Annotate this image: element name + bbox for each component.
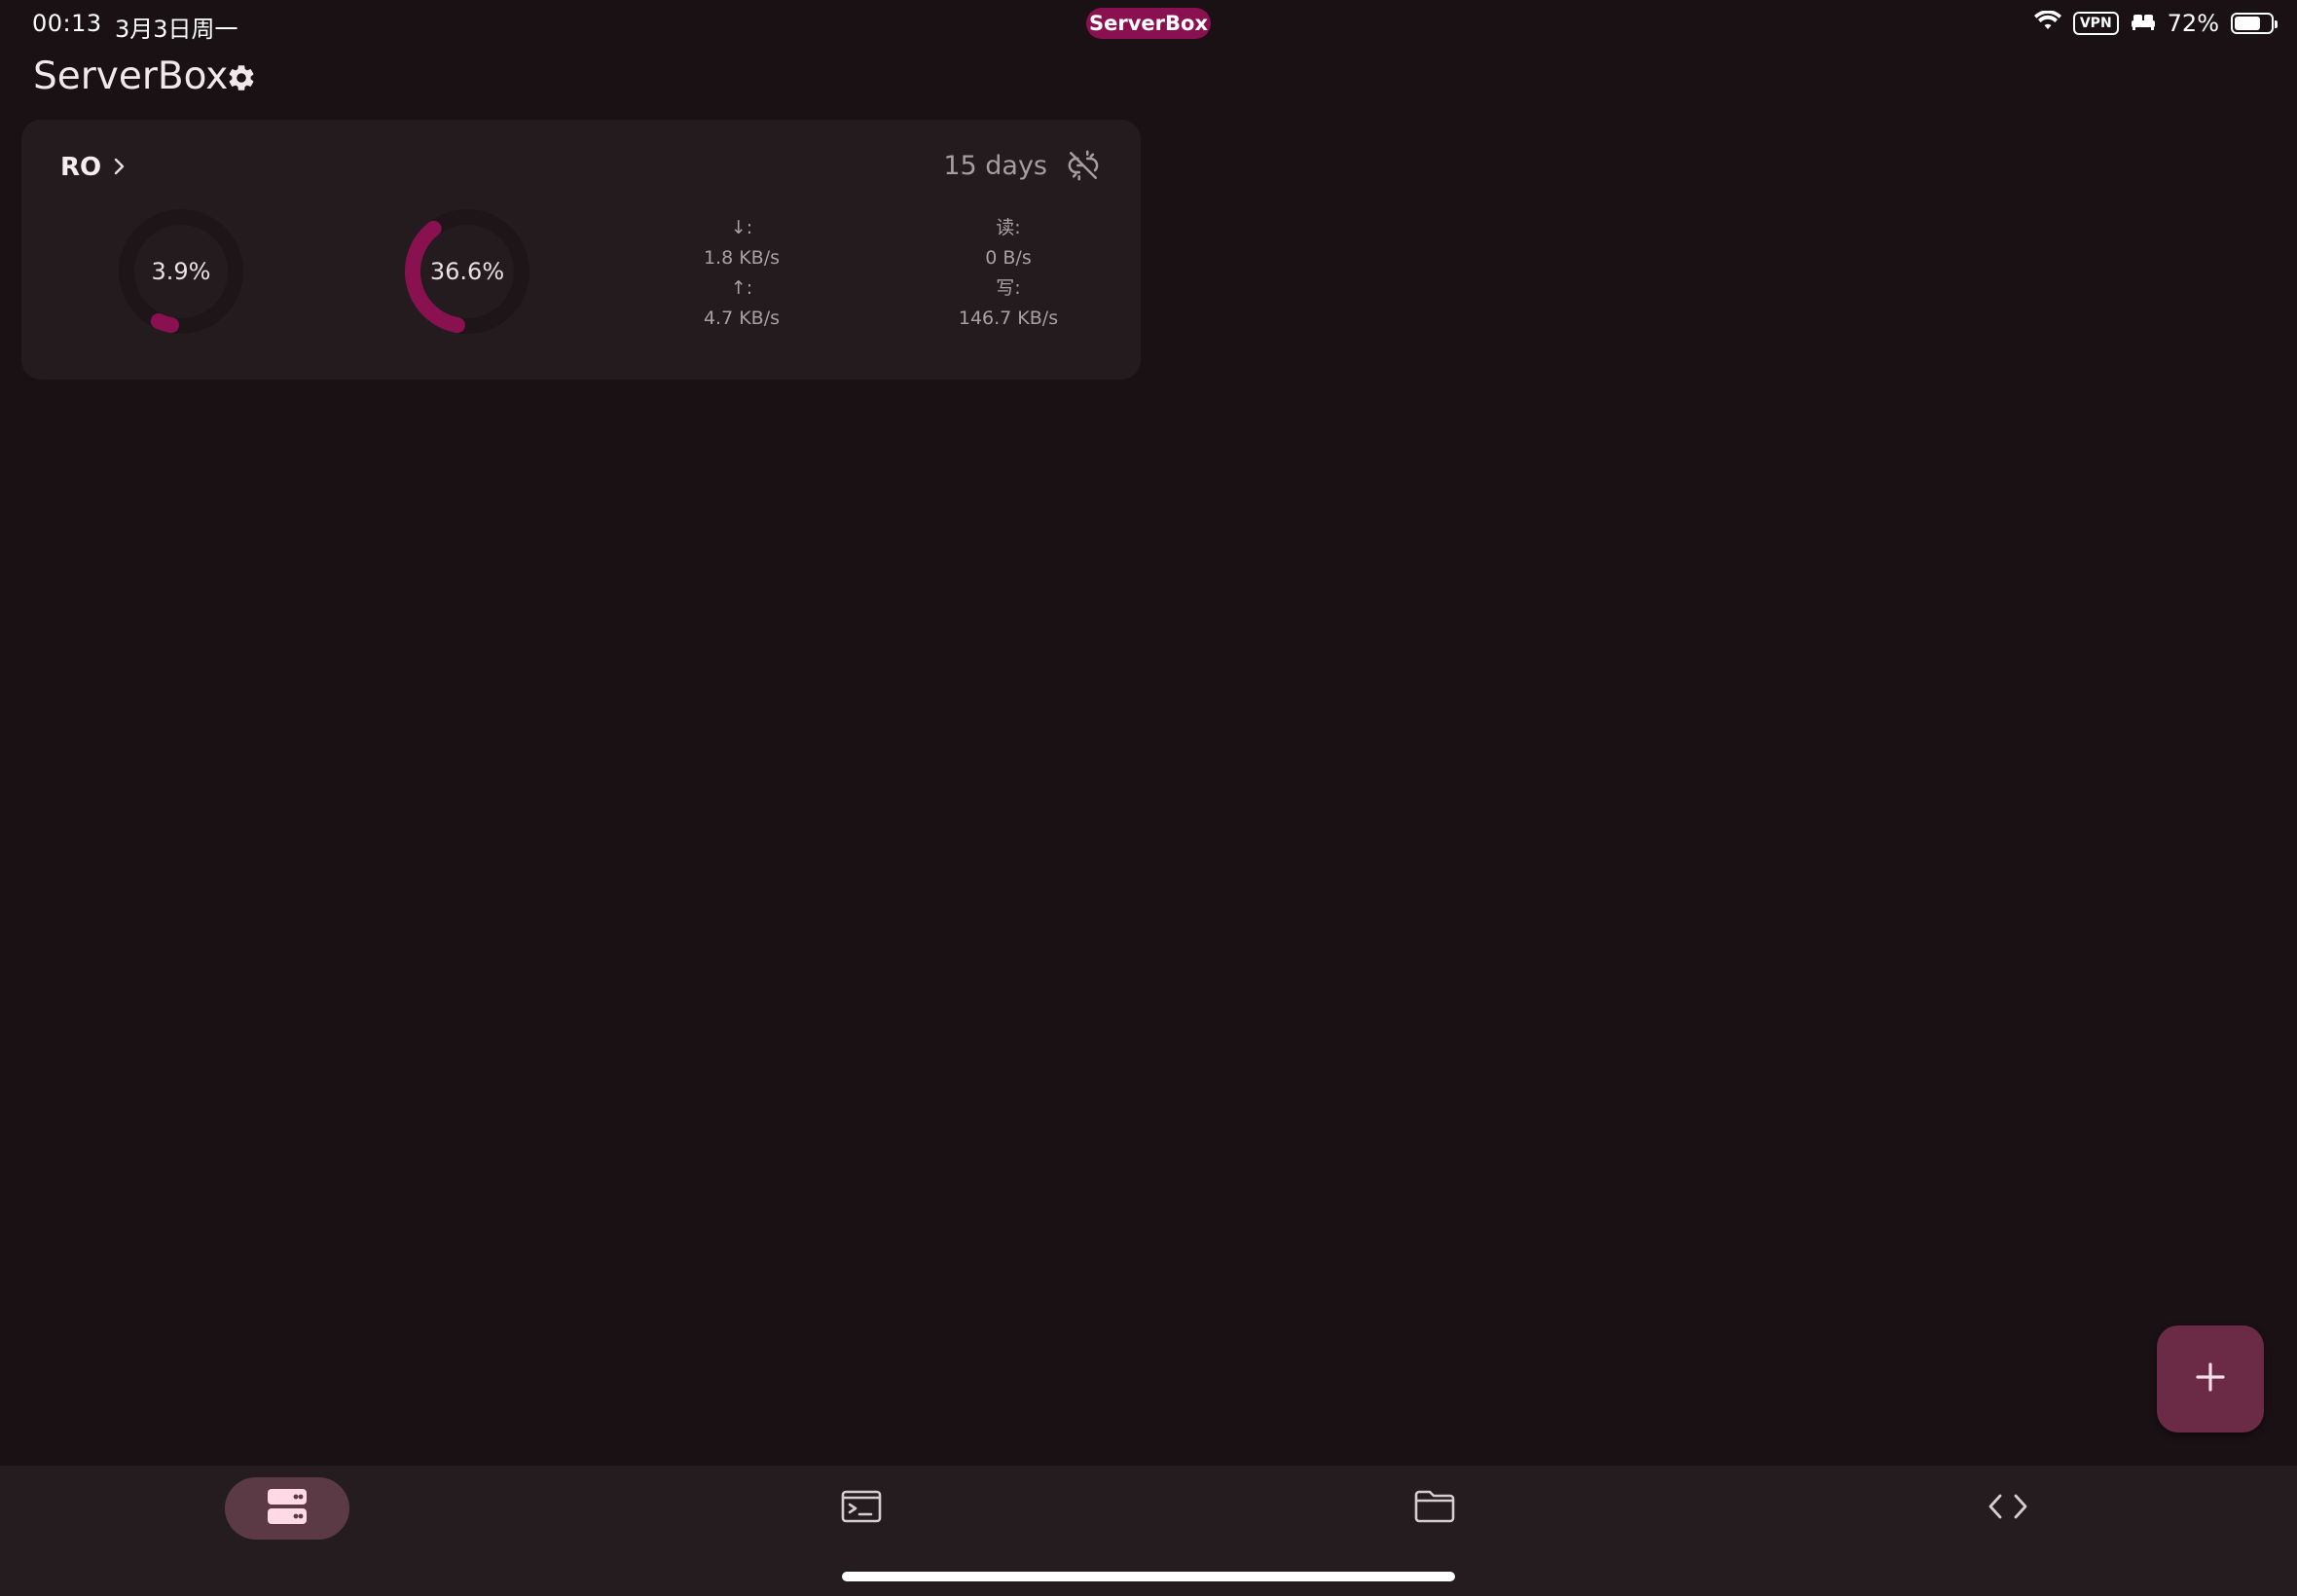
folder-icon [1414,1490,1455,1527]
battery-percent: 72% [2167,10,2219,37]
plus-icon [2194,1360,2227,1397]
wifi-icon [2033,10,2061,36]
link-off-icon[interactable] [1067,149,1100,182]
download-value: 1.8 KB/s [703,247,781,269]
server-name[interactable]: RO [60,153,101,182]
network-speed: ↓: 1.8 KB/s ↑: 4.7 KB/s [644,213,839,334]
memory-gauge: 36.6% [401,205,533,338]
cpu-percent: 3.9% [151,258,211,285]
server-card[interactable]: RO 15 days 3.9% 36.6% ↓: 1.8 KB/s ↑: 4.7… [21,120,1141,380]
memory-percent: 36.6% [429,258,505,285]
status-time: 00:13 [32,10,102,37]
chevron-right-icon[interactable] [107,155,130,178]
home-indicator[interactable] [842,1572,1455,1581]
battery-icon [2231,13,2278,34]
status-bar: 00:13 3月3日周一 ServerBox VPN 72% [0,0,2297,47]
disk-write-label: 写: [996,277,1021,299]
vpn-badge: VPN [2072,12,2119,35]
settings-button[interactable] [226,62,257,93]
add-server-button[interactable] [2157,1325,2264,1433]
terminal-icon [841,1490,882,1527]
sleep-icon [2131,12,2156,35]
nav-snippets[interactable] [1946,1477,2070,1540]
disk-write-value: 146.7 KB/s [958,308,1059,329]
status-indicators: VPN 72% [2033,8,2278,39]
nav-ssh[interactable] [799,1477,924,1540]
upload-label: ↑: [730,277,753,299]
app-indicator-pill[interactable]: ServerBox [1086,8,1211,39]
server-uptime: 15 days [943,151,1047,181]
servers-icon [267,1488,308,1529]
gear-icon [226,65,257,97]
download-label: ↓: [730,217,753,238]
nav-servers[interactable] [225,1477,349,1540]
app-title: ServerBox [33,54,229,98]
cpu-gauge: 3.9% [115,205,247,338]
disk-read-value: 0 B/s [985,247,1032,269]
status-date: 3月3日周一 [115,16,238,43]
disk-read-label: 读: [996,217,1021,238]
disk-io: 读: 0 B/s 写: 146.7 KB/s [911,213,1106,334]
code-icon [1987,1492,2028,1525]
upload-value: 4.7 KB/s [703,308,781,329]
nav-files[interactable] [1372,1477,1497,1540]
